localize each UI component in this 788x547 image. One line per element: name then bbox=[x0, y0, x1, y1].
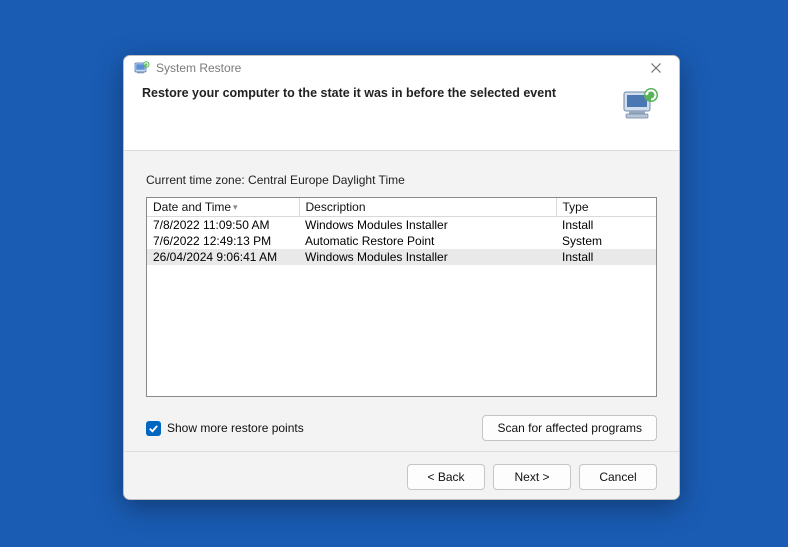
cell-description: Automatic Restore Point bbox=[299, 233, 556, 249]
cell-type: Install bbox=[556, 217, 656, 234]
sort-descending-icon: ▾ bbox=[233, 202, 238, 212]
cell-date: 26/04/2024 9:06:41 AM bbox=[147, 249, 299, 265]
wizard-header: Restore your computer to the state it wa… bbox=[124, 80, 679, 151]
close-button[interactable] bbox=[641, 56, 671, 80]
table-row[interactable]: 7/6/2022 12:49:13 PMAutomatic Restore Po… bbox=[147, 233, 656, 249]
wizard-content: Current time zone: Central Europe Daylig… bbox=[124, 151, 679, 451]
show-more-label: Show more restore points bbox=[167, 421, 304, 435]
scan-affected-button[interactable]: Scan for affected programs bbox=[482, 415, 657, 441]
page-heading: Restore your computer to the state it wa… bbox=[142, 86, 611, 100]
table-header-row: Date and Time▾ Description Type bbox=[147, 198, 656, 217]
column-label: Date and Time bbox=[153, 200, 231, 214]
checkmark-icon bbox=[148, 423, 159, 434]
titlebar: System Restore bbox=[124, 56, 679, 80]
column-label: Type bbox=[563, 200, 589, 214]
column-header-date[interactable]: Date and Time▾ bbox=[147, 198, 299, 217]
cell-description: Windows Modules Installer bbox=[299, 249, 556, 265]
table-row[interactable]: 26/04/2024 9:06:41 AMWindows Modules Ins… bbox=[147, 249, 656, 265]
restore-points-table[interactable]: Date and Time▾ Description Type 7/8/2022… bbox=[146, 197, 657, 397]
cell-type: Install bbox=[556, 249, 656, 265]
system-restore-window: System Restore Restore your computer to … bbox=[123, 55, 680, 500]
cell-type: System bbox=[556, 233, 656, 249]
cell-date: 7/8/2022 11:09:50 AM bbox=[147, 217, 299, 234]
wizard-footer: < Back Next > Cancel bbox=[124, 451, 679, 500]
cancel-button[interactable]: Cancel bbox=[579, 464, 657, 490]
show-more-checkbox-wrap[interactable]: Show more restore points bbox=[146, 421, 304, 436]
cell-date: 7/6/2022 12:49:13 PM bbox=[147, 233, 299, 249]
column-label: Description bbox=[306, 200, 366, 214]
back-button[interactable]: < Back bbox=[407, 464, 485, 490]
cell-description: Windows Modules Installer bbox=[299, 217, 556, 234]
column-header-type[interactable]: Type bbox=[556, 198, 656, 217]
below-table-controls: Show more restore points Scan for affect… bbox=[146, 415, 657, 441]
next-button[interactable]: Next > bbox=[493, 464, 571, 490]
window-title: System Restore bbox=[156, 61, 641, 75]
table-row[interactable]: 7/8/2022 11:09:50 AMWindows Modules Inst… bbox=[147, 217, 656, 234]
close-icon bbox=[650, 62, 662, 74]
restore-computer-icon bbox=[621, 86, 661, 122]
system-restore-icon bbox=[134, 60, 150, 76]
show-more-checkbox[interactable] bbox=[146, 421, 161, 436]
column-header-description[interactable]: Description bbox=[299, 198, 556, 217]
timezone-label: Current time zone: Central Europe Daylig… bbox=[146, 173, 657, 187]
